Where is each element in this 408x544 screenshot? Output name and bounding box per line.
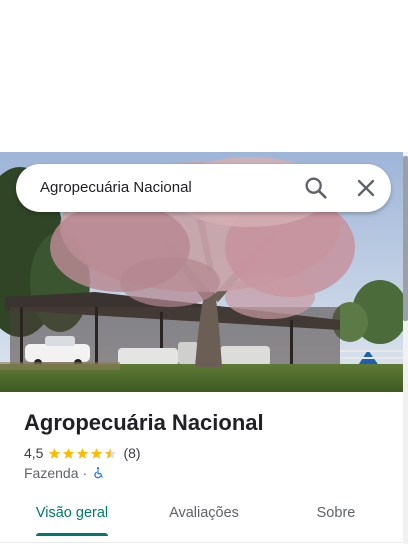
star-half-icon bbox=[105, 447, 117, 459]
search-icon[interactable] bbox=[302, 174, 330, 202]
tab-overview[interactable]: Visão geral bbox=[28, 492, 116, 536]
place-title: Agropecuária Nacional bbox=[24, 410, 264, 435]
place-tabs: Visão geral Avaliações Sobre bbox=[0, 492, 403, 536]
star-icon bbox=[77, 447, 89, 459]
scrollbar[interactable] bbox=[403, 152, 408, 544]
search-box[interactable]: Agropecuária Nacional bbox=[16, 164, 391, 212]
tab-reviews[interactable]: Avaliações bbox=[160, 492, 248, 536]
star-icon bbox=[63, 447, 75, 459]
active-tab-indicator bbox=[36, 533, 108, 536]
tab-about[interactable]: Sobre bbox=[296, 492, 376, 536]
rating-value: 4,5 bbox=[24, 445, 44, 461]
divider bbox=[0, 542, 403, 543]
search-input[interactable]: Agropecuária Nacional bbox=[40, 179, 192, 196]
wheelchair-icon bbox=[94, 467, 103, 479]
scrollbar-thumb[interactable] bbox=[403, 156, 408, 321]
blank-map-area bbox=[0, 0, 408, 152]
category-row: Fazenda · bbox=[24, 465, 105, 481]
rating-stars bbox=[48, 447, 118, 460]
star-icon bbox=[91, 447, 103, 459]
close-icon[interactable] bbox=[352, 174, 380, 202]
category-label: Fazenda bbox=[24, 465, 79, 481]
star-icon bbox=[49, 447, 61, 459]
review-count[interactable]: (8) bbox=[123, 445, 140, 461]
place-info-panel: Agropecuária Nacional 4,5 (8) Fazenda · … bbox=[0, 392, 403, 544]
separator: · bbox=[82, 465, 88, 481]
rating-row[interactable]: 4,5 (8) bbox=[24, 445, 141, 461]
